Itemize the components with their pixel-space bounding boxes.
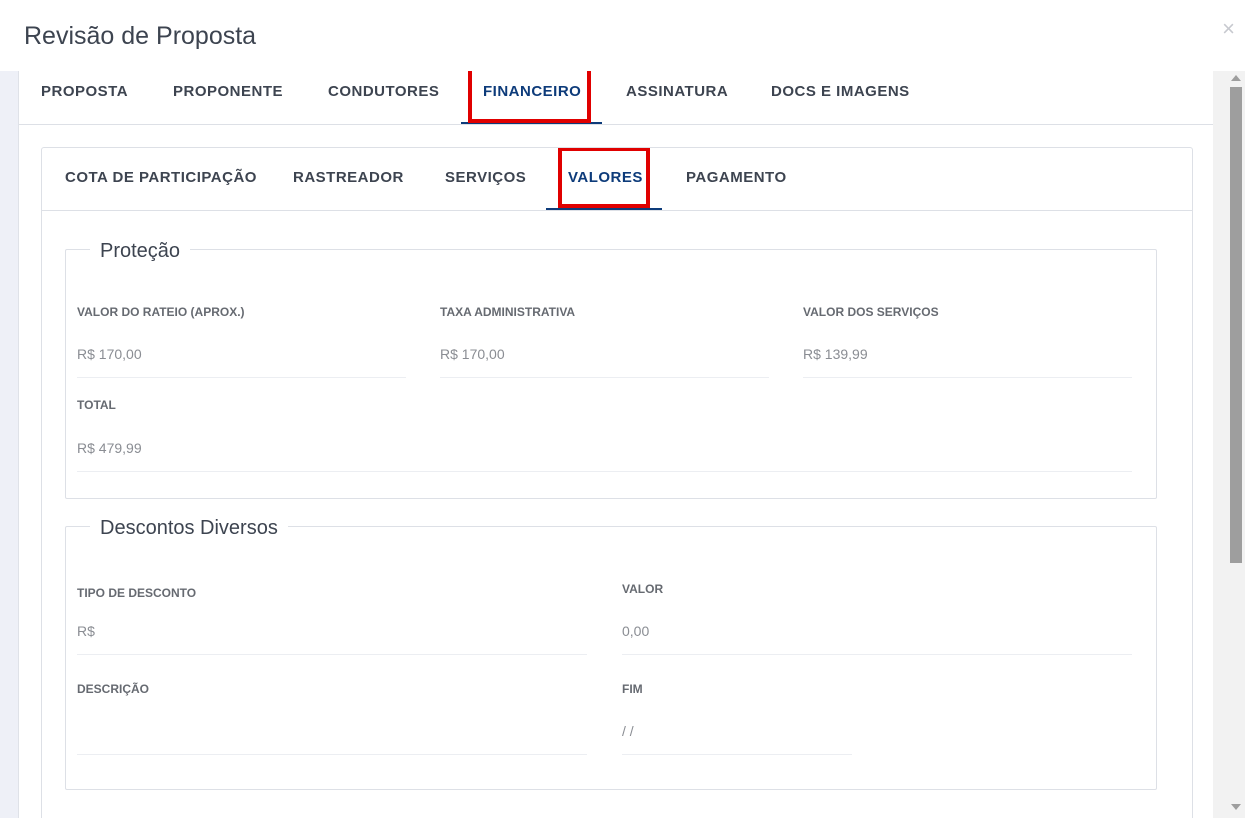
valor-rateio-value: R$ 170,00	[77, 346, 142, 362]
subtab-servicos[interactable]: SERVIÇOS	[445, 148, 526, 210]
tab-assinatura[interactable]: ASSINATURA	[626, 71, 728, 124]
protecao-group: Proteção VALOR DO RATEIO (APROX.) R$ 170…	[65, 240, 1157, 499]
active-subtab-indicator	[546, 208, 662, 210]
scroll-down-arrow-icon[interactable]	[1231, 804, 1241, 810]
modal-scrollbar[interactable]	[1213, 71, 1245, 818]
valor-servicos-value: R$ 139,99	[803, 346, 868, 362]
scroll-thumb[interactable]	[1230, 87, 1242, 563]
scroll-up-arrow-icon[interactable]	[1231, 75, 1241, 81]
descricao-label: DESCRIÇÃO	[77, 682, 150, 696]
fim-value[interactable]: / /	[622, 723, 634, 739]
modal-body: PROPOSTA PROPONENTE CONDUTORES FINANCEIR…	[18, 71, 1215, 818]
financeiro-highlight-box	[468, 71, 591, 123]
close-icon[interactable]: ×	[1222, 18, 1235, 40]
fim-underline	[622, 754, 852, 755]
total-label: TOTAL	[77, 398, 116, 412]
valor-underline	[622, 654, 1132, 655]
subtab-rastreador[interactable]: RASTREADOR	[293, 148, 404, 210]
valor-servicos-underline	[803, 377, 1132, 378]
descricao-underline	[77, 754, 587, 755]
descontos-title: Descontos Diversos	[90, 517, 288, 540]
descontos-group: Descontos Diversos TIPO DE DESCONTO R$ V…	[65, 517, 1157, 790]
main-tabs: PROPOSTA PROPONENTE CONDUTORES FINANCEIR…	[19, 71, 1214, 125]
tipo-desconto-label: TIPO DE DESCONTO	[77, 586, 197, 600]
sub-tabs: COTA DE PARTICIPAÇÃO RASTREADOR SERVIÇOS…	[42, 148, 1192, 211]
fim-label: FIM	[622, 682, 643, 696]
tipo-desconto-underline	[77, 654, 587, 655]
subtab-pagamento[interactable]: PAGAMENTO	[686, 148, 787, 210]
taxa-admin-value: R$ 170,00	[440, 346, 505, 362]
modal-title: Revisão de Proposta	[24, 22, 257, 50]
tab-docs-e-imagens[interactable]: DOCS E IMAGENS	[771, 71, 910, 124]
proposal-review-modal: Revisão de Proposta × PROPOSTA PROPONENT…	[0, 0, 1245, 818]
valor-rateio-underline	[77, 377, 406, 378]
taxa-admin-label: TAXA ADMINISTRATIVA	[440, 305, 576, 319]
valor-value[interactable]: 0,00	[622, 623, 649, 639]
total-value: R$ 479,99	[77, 440, 142, 456]
financial-card: COTA DE PARTICIPAÇÃO RASTREADOR SERVIÇOS…	[41, 147, 1193, 818]
tab-proponente[interactable]: PROPONENTE	[173, 71, 283, 124]
tab-proposta[interactable]: PROPOSTA	[41, 71, 128, 124]
valor-rateio-label: VALOR DO RATEIO (APROX.)	[77, 305, 245, 319]
total-underline	[77, 471, 1132, 472]
valor-servicos-label: VALOR DOS SERVIÇOS	[803, 305, 939, 319]
valor-label: VALOR	[622, 582, 664, 596]
tab-condutores[interactable]: CONDUTORES	[328, 71, 439, 124]
protecao-title: Proteção	[90, 240, 191, 263]
subtab-cota-de-participacao[interactable]: COTA DE PARTICIPAÇÃO	[65, 148, 257, 210]
modal-header: Revisão de Proposta ×	[0, 0, 1245, 71]
taxa-admin-underline	[440, 377, 769, 378]
valores-highlight-box	[558, 148, 650, 208]
tipo-desconto-value[interactable]: R$	[77, 623, 95, 639]
